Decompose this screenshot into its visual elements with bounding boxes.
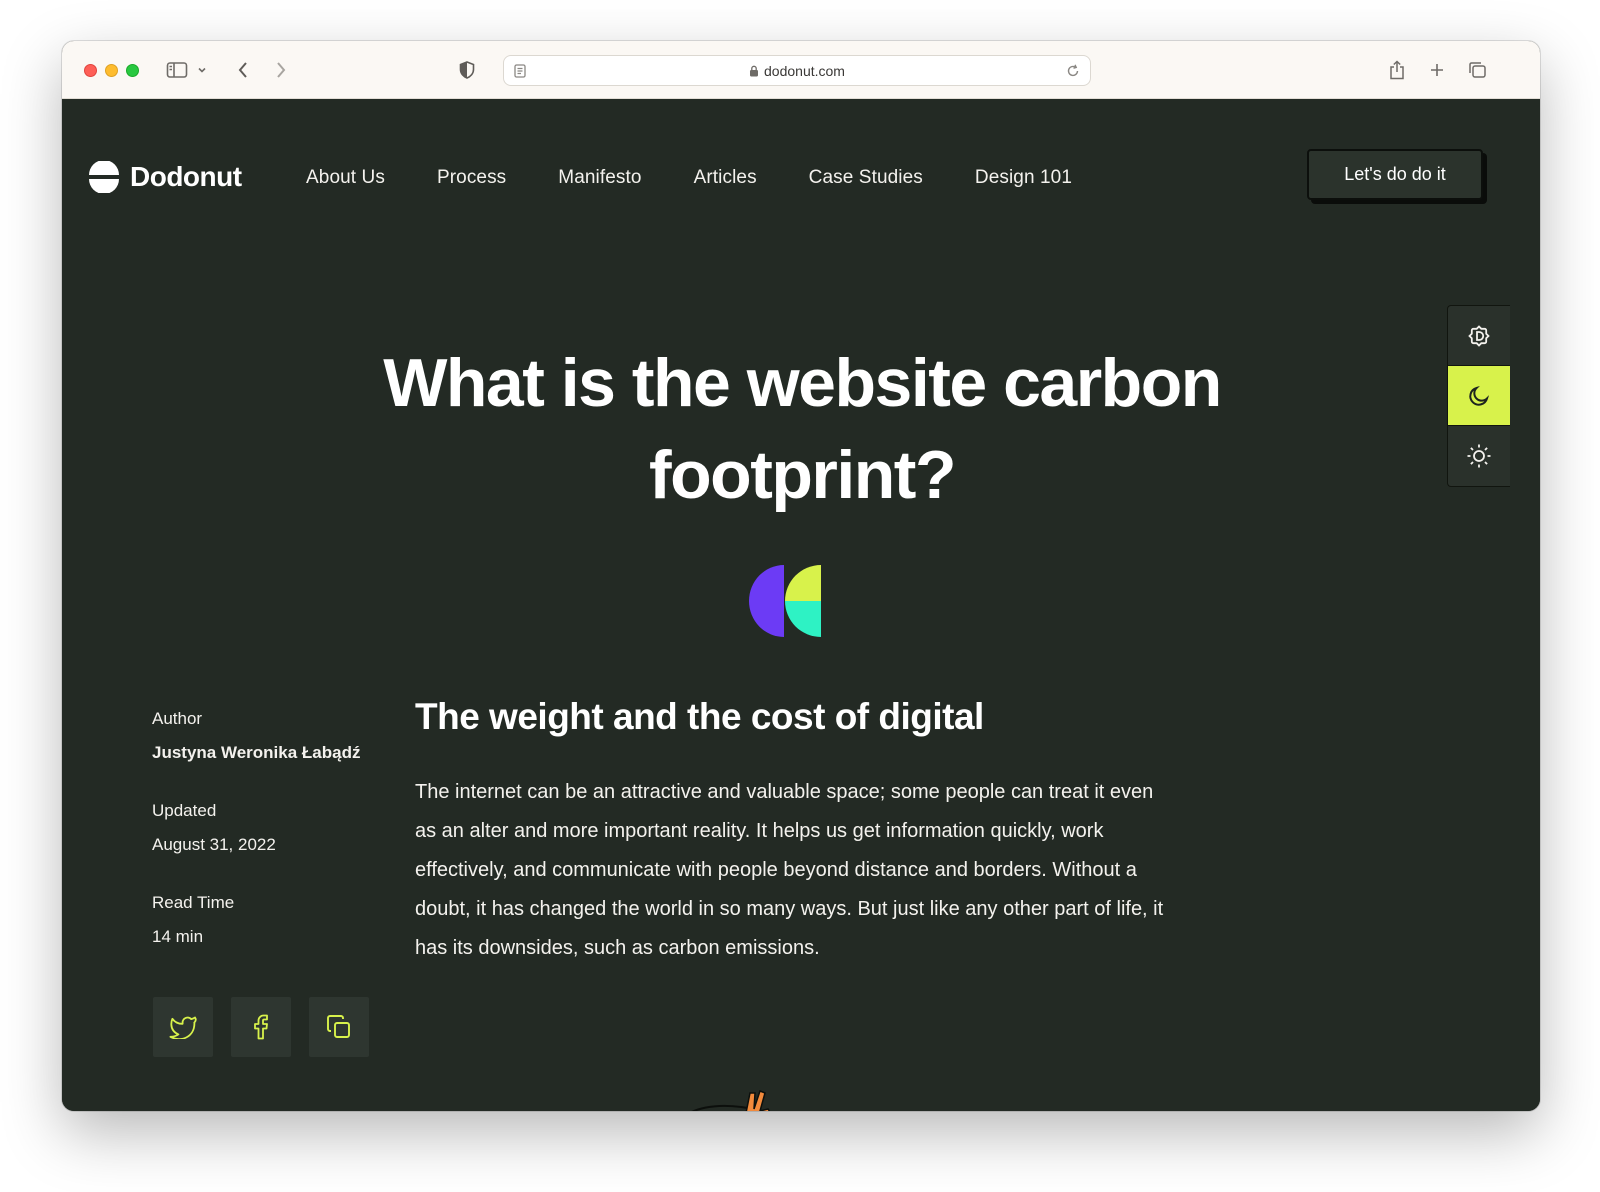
nav-link-articles[interactable]: Articles bbox=[694, 167, 757, 189]
tab-overview-button[interactable] bbox=[1464, 58, 1490, 82]
read-time-value: 14 min bbox=[152, 927, 204, 946]
author-label: Author bbox=[152, 709, 203, 728]
chevron-down-icon bbox=[198, 67, 206, 73]
reload-icon[interactable] bbox=[1066, 64, 1080, 78]
window-controls bbox=[84, 64, 139, 77]
share-page-button[interactable] bbox=[1384, 58, 1410, 82]
facebook-icon bbox=[254, 1014, 268, 1040]
dodonut-logo-icon bbox=[89, 161, 119, 193]
peace-hand-icon bbox=[745, 1090, 771, 1111]
share-icon bbox=[1390, 60, 1404, 80]
article-meta: Author Justyna Weronika Łabądź Updated A… bbox=[152, 709, 392, 985]
article-content: The weight and the cost of digital The i… bbox=[415, 695, 1175, 968]
article-paragraph: The internet can be an attractive and va… bbox=[415, 781, 1164, 959]
page-title: What is the website carbon footprint? bbox=[383, 345, 1222, 513]
new-tab-button[interactable] bbox=[1424, 58, 1450, 82]
nav-link-case-studies[interactable]: Case Studies bbox=[809, 167, 923, 189]
url-text: dodonut.com bbox=[764, 63, 845, 79]
privacy-shield-icon bbox=[459, 61, 475, 79]
theme-accessible-button[interactable] bbox=[1448, 306, 1510, 366]
copy-link-button[interactable] bbox=[309, 997, 369, 1057]
web-page: Dodonut About Us Process Manifesto Artic… bbox=[62, 99, 1540, 1111]
nav-link-manifesto[interactable]: Manifesto bbox=[558, 167, 641, 189]
updated-info: Updated August 31, 2022 bbox=[152, 801, 392, 855]
back-button[interactable] bbox=[230, 58, 256, 82]
nav-link-design-101[interactable]: Design 101 bbox=[975, 167, 1072, 189]
dodonut-mark-icon bbox=[749, 565, 821, 637]
updated-date: August 31, 2022 bbox=[152, 835, 276, 854]
browser-toolbar: dodonut.com bbox=[62, 41, 1540, 99]
copy-link-icon bbox=[327, 1015, 350, 1038]
back-icon bbox=[238, 62, 247, 78]
decorative-illustration bbox=[691, 1090, 771, 1111]
section-heading: The weight and the cost of digital bbox=[415, 696, 984, 737]
nav-link-process[interactable]: Process bbox=[437, 167, 506, 189]
share-twitter-button[interactable] bbox=[153, 997, 213, 1057]
tabs-overview-icon bbox=[1469, 62, 1486, 78]
author-name: Justyna Weronika Łabądź bbox=[152, 743, 361, 762]
lock-icon bbox=[750, 65, 759, 77]
site-header: Dodonut About Us Process Manifesto Artic… bbox=[62, 99, 1540, 259]
share-buttons bbox=[153, 997, 369, 1057]
privacy-report-button[interactable] bbox=[454, 58, 480, 82]
close-window-button[interactable] bbox=[84, 64, 97, 77]
site-logo[interactable]: Dodonut bbox=[88, 161, 242, 193]
accessibility-icon bbox=[1468, 324, 1490, 347]
updated-label: Updated bbox=[152, 801, 217, 820]
main-nav: About Us Process Manifesto Articles Case… bbox=[306, 167, 1124, 189]
browser-window: dodonut.com Dodonut About Us Process Man… bbox=[62, 41, 1540, 1111]
author-info: Author Justyna Weronika Łabądź bbox=[152, 709, 392, 763]
lets-do-do-it-button[interactable]: Let's do do it bbox=[1307, 149, 1483, 200]
sidebar-menu-button[interactable] bbox=[194, 58, 210, 82]
theme-light-button[interactable] bbox=[1448, 426, 1510, 486]
read-time-label: Read Time bbox=[152, 893, 235, 912]
sun-icon bbox=[1467, 444, 1491, 468]
forward-button[interactable] bbox=[268, 58, 294, 82]
theme-dark-button[interactable] bbox=[1448, 366, 1510, 426]
read-time-info: Read Time 14 min bbox=[152, 893, 392, 947]
twitter-icon bbox=[169, 1016, 197, 1039]
minimize-window-button[interactable] bbox=[105, 64, 118, 77]
url-display[interactable]: dodonut.com bbox=[504, 63, 1090, 79]
sidebar-toggle-button[interactable] bbox=[164, 58, 190, 82]
moon-icon bbox=[1469, 385, 1490, 406]
forward-icon bbox=[277, 62, 286, 78]
logo-text: Dodonut bbox=[130, 161, 242, 192]
share-facebook-button[interactable] bbox=[231, 997, 291, 1057]
nav-link-about-us[interactable]: About Us bbox=[306, 167, 385, 189]
theme-switcher bbox=[1447, 305, 1510, 487]
address-bar[interactable]: dodonut.com bbox=[503, 55, 1091, 86]
new-tab-icon bbox=[1431, 64, 1443, 76]
sidebar-icon bbox=[166, 62, 188, 78]
zoom-window-button[interactable] bbox=[126, 64, 139, 77]
